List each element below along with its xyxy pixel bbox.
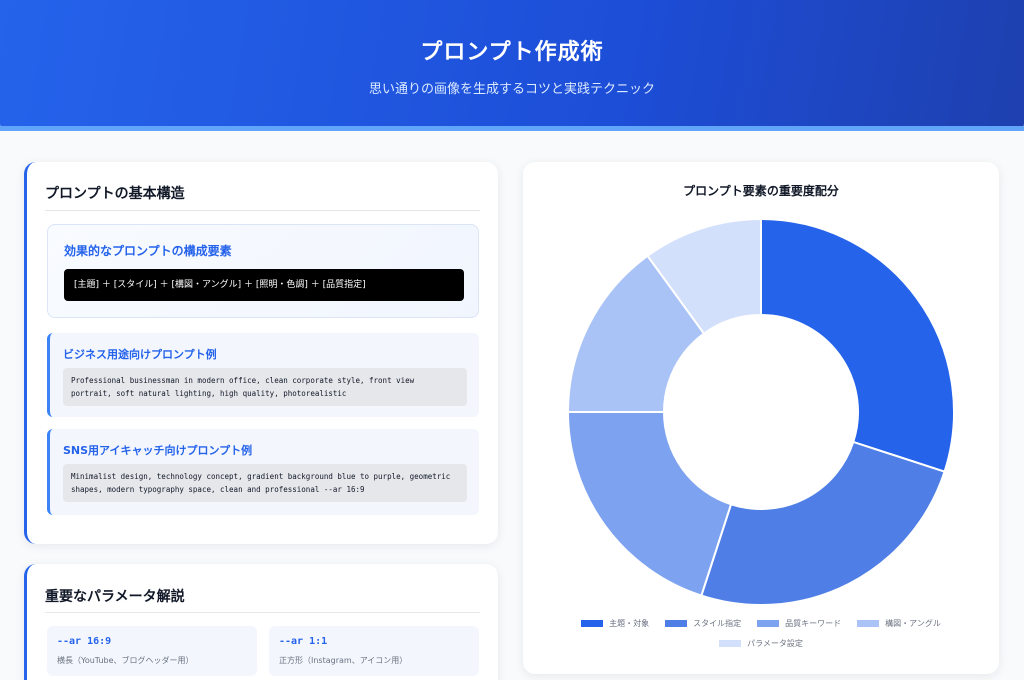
legend-swatch [719,640,742,647]
param-name: --ar 16:9 [57,636,112,647]
legend-label: 品質キーワード [785,619,842,628]
page-subtitle: 思い通りの画像を生成するコツと実践テクニック [368,82,655,97]
formula-code: [主題] ＋ [スタイル] ＋ [構図・アングル] ＋ [照明・色調] ＋ [品… [64,269,464,301]
structure-card: プロンプトの基本構造 効果的なプロンプトの構成要素 [主題] ＋ [スタイル] … [24,162,498,544]
param-desc: 横長（YouTube、ブログヘッダー用） [57,656,194,665]
legend-item[interactable]: 品質キーワード [757,619,841,628]
formula-title: 効果的なプロンプトの構成要素 [64,244,232,258]
legend-label: 構図・アングル [885,619,941,628]
page-header: プロンプト作成術 思い通りの画像を生成するコツと実践テクニック [0,0,1024,130]
param-desc: 正方形（Instagram、アイコン用） [279,656,408,665]
donut-slice-3 [566,411,733,597]
chart-card: プロンプト要素の重要度配分 主題・対象 スタイル指定 品質キーワード 構図・アングルパ… [523,162,999,674]
example-title: ビジネス用途向けプロンプト例 [63,348,217,361]
legend-row: パラメータ設定 [523,638,999,649]
params-card: 重要なパラメータ解説 --ar 16:9 横長（YouTube、ブログヘッダー用… [24,564,498,680]
page-title: プロンプト作成術 [420,40,604,65]
formula-box: 効果的なプロンプトの構成要素 [主題] ＋ [スタイル] ＋ [構図・アングル]… [47,224,479,318]
donut-slice-1 [760,217,955,473]
legend-item[interactable]: 主題・対象 [581,619,649,628]
legend-swatch [581,620,604,627]
param-item: --ar 1:1 正方形（Instagram、アイコン用） [269,626,479,676]
example-title: SNS用アイキャッチ向けプロンプト例 [63,444,253,457]
legend-label: パラメータ設定 [747,639,803,648]
legend-swatch [665,620,688,627]
example-business: ビジネス用途向けプロンプト例 Professional businessman … [47,333,479,417]
legend-swatch [757,620,780,627]
legend-item[interactable]: 構図・アングル [857,619,941,628]
legend-row: 主題・対象 スタイル指定 品質キーワード 構図・アングル [523,618,999,629]
example-sns: SNS用アイキャッチ向けプロンプト例 Minimalist design, te… [47,429,479,515]
example-code: Professional businessman in modern offic… [63,368,467,406]
param-name: --ar 1:1 [279,636,328,647]
param-item: --ar 16:9 横長（YouTube、ブログヘッダー用） [47,626,257,676]
header-accent-bar [0,126,1024,131]
legend-swatch [857,620,880,627]
legend-label: 主題・対象 [609,619,650,628]
params-card-title: 重要なパラメータ解説 [45,589,185,605]
legend-item[interactable]: パラメータ設定 [719,639,803,648]
legend-item[interactable]: スタイル指定 [665,619,741,628]
legend-label: スタイル指定 [693,619,742,628]
structure-card-title: プロンプトの基本構造 [45,186,185,202]
donut-slice-2 [700,440,946,606]
donut-chart [566,217,955,606]
divider [45,612,480,613]
example-code: Minimalist design, technology concept, g… [63,464,467,502]
divider [45,210,480,211]
